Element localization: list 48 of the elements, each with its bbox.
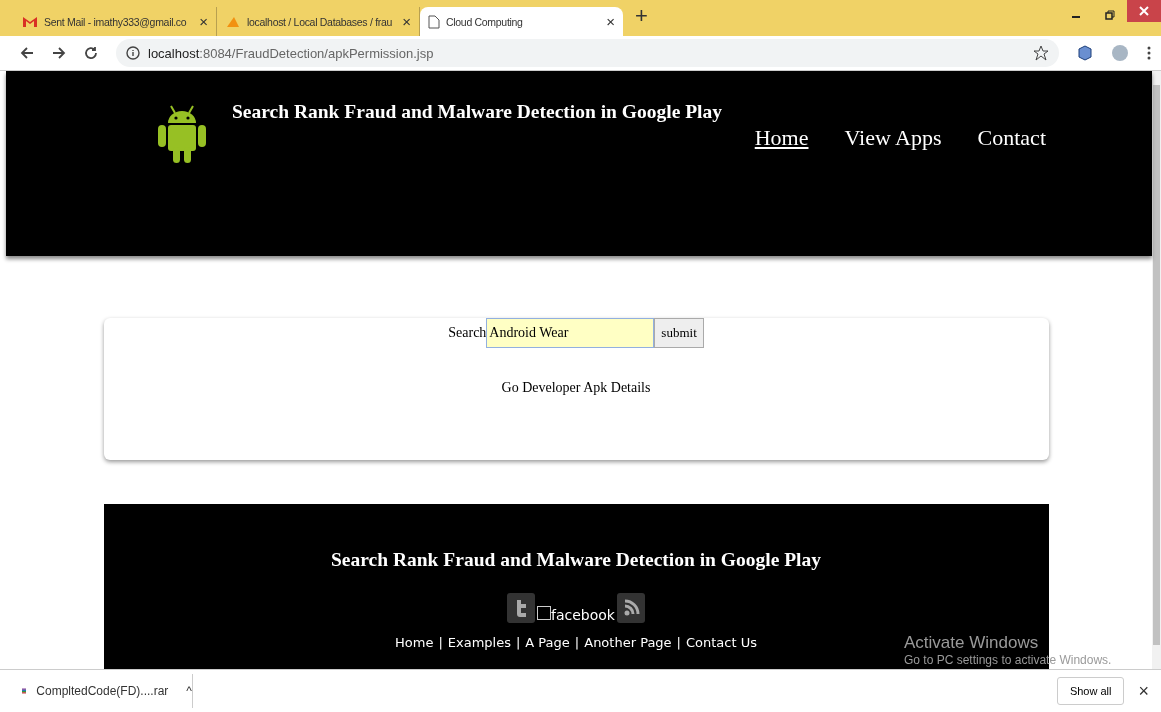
back-icon[interactable] [20, 46, 34, 60]
footer-link[interactable]: A Page [525, 635, 570, 650]
caret-icon[interactable]: ^ [186, 684, 192, 698]
link-separator: | [438, 635, 443, 650]
close-icon[interactable]: × [199, 13, 208, 30]
browser-tab[interactable]: Cloud Computing × [420, 7, 623, 36]
search-label: Search [448, 325, 487, 341]
footer-title: Search Rank Fraud and Malware Detection in Google Play [331, 549, 821, 571]
activation-notice: Activate Windows [904, 633, 1040, 653]
developer-link[interactable]: Go Developer Apk Details [501, 380, 651, 396]
close-button[interactable] [1127, 0, 1161, 22]
bird-icon[interactable] [507, 593, 535, 623]
address-bar[interactable]: localhost:8084/FraudDetection/apkPermission.jsp [116, 39, 1059, 67]
close-icon[interactable]: × [606, 13, 615, 30]
close-icon [1139, 6, 1149, 16]
browser-tab[interactable]: Sent Mail - imathy333@gmail.co × [14, 7, 217, 36]
menu-icon[interactable] [1147, 46, 1151, 60]
footer-link[interactable]: Examples [447, 635, 511, 650]
link-separator: | [574, 635, 580, 650]
restore-icon[interactable] [1105, 10, 1115, 20]
new-tab-button[interactable]: + [623, 3, 660, 33]
mail-icon [22, 15, 38, 28]
nav-link[interactable]: Home [754, 125, 809, 151]
reload-icon[interactable] [84, 46, 98, 60]
page-icon [428, 14, 440, 29]
download-filename[interactable]: CompltedCode(FD)....rar [36, 684, 169, 698]
show-all-button[interactable]: Show all [1056, 677, 1125, 705]
link-separator: | [676, 635, 681, 650]
nav-link[interactable]: View Apps [844, 125, 942, 151]
sail-icon [225, 15, 241, 28]
nav-link[interactable]: Contact [977, 125, 1046, 151]
forward-icon[interactable] [52, 46, 66, 60]
scrollbar[interactable] [1152, 71, 1161, 669]
link-separator: | [515, 635, 521, 650]
rss-icon[interactable] [616, 593, 645, 623]
site-title: Search Rank Fraud and Malware Detection in Google Play [232, 101, 722, 124]
tab-title: localhost / Local Databases / frau [247, 15, 394, 28]
tab-title: Cloud Computing [446, 15, 524, 28]
footer-link[interactable]: Contact Us [686, 635, 757, 650]
tab-title: Sent Mail - imathy333@gmail.co [44, 15, 188, 28]
close-icon[interactable]: × [402, 13, 411, 30]
submit-button[interactable]: submit [654, 318, 704, 348]
close-icon[interactable]: × [1138, 680, 1149, 702]
cube-icon[interactable] [1077, 45, 1093, 61]
facebook-link[interactable]: facebook [537, 606, 615, 623]
footer-link[interactable]: Another Page [584, 635, 672, 650]
search-field[interactable]: Android Wear [486, 318, 655, 348]
footer-link[interactable]: Home [395, 635, 434, 650]
